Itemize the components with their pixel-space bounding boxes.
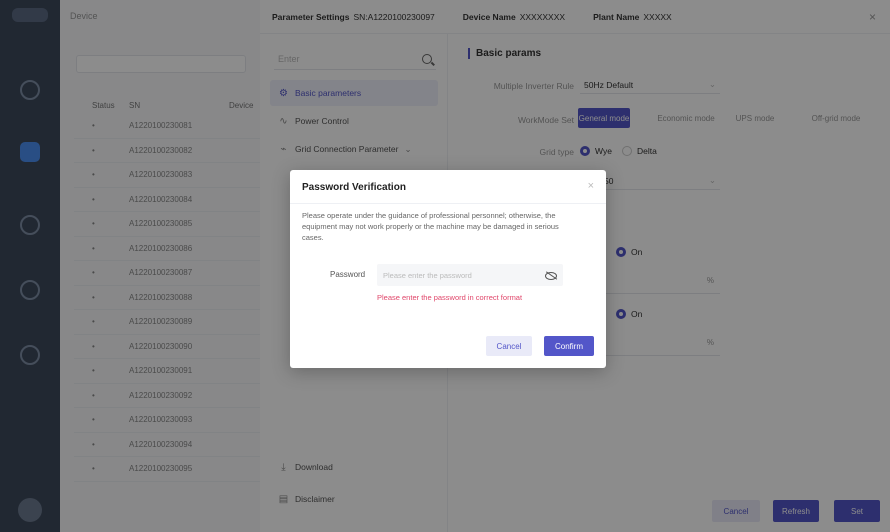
- divider: [290, 203, 606, 204]
- password-field[interactable]: [377, 264, 563, 286]
- password-label: Password: [330, 270, 366, 279]
- dialog-title: Password Verification: [302, 182, 406, 193]
- close-icon[interactable]: ×: [588, 180, 594, 192]
- cancel-button[interactable]: Cancel: [486, 336, 532, 356]
- confirm-button[interactable]: Confirm: [544, 336, 594, 356]
- password-verification-dialog: Password Verification × Please operate u…: [290, 170, 606, 368]
- eye-slash-icon[interactable]: [545, 271, 557, 280]
- warning-message: Please operate under the guidance of pro…: [302, 211, 559, 242]
- password-error: Please enter the password in correct for…: [377, 293, 523, 302]
- password-input[interactable]: [383, 270, 533, 280]
